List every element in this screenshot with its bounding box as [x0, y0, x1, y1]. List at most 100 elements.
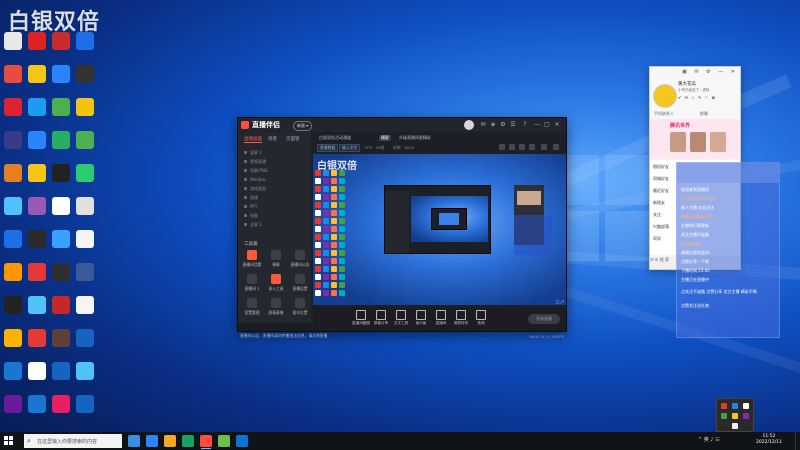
desktop-app-icon[interactable]: [76, 32, 94, 50]
scene-visibility-icon[interactable]: [244, 151, 247, 154]
toolbox-tool[interactable]: 直播间 2: [240, 274, 264, 296]
tray-app-icon[interactable]: [743, 413, 749, 419]
desktop-app-icon[interactable]: [28, 296, 46, 314]
taskbar-clock[interactable]: 11:52 2022/12/11: [752, 434, 786, 446]
tab-page-manage[interactable]: 页面管: [286, 136, 300, 142]
taskbar-app-icon[interactable]: [128, 435, 140, 447]
scene-item[interactable]: 电脑: [244, 213, 258, 219]
desktop-app-icon[interactable]: [52, 296, 70, 314]
chat-ad-banner[interactable]: 腾讯世界: [650, 119, 740, 159]
desktop-app-icon[interactable]: [76, 296, 94, 314]
toolbox-tool[interactable]: 直播间话题: [240, 250, 264, 272]
chat-list-item[interactable]: 最近好友: [653, 188, 669, 194]
scene-item[interactable]: 竖屏 1: [244, 150, 262, 156]
desktop-app-icon[interactable]: [76, 197, 94, 215]
chat-avatar[interactable]: [653, 84, 677, 108]
taskbar-search[interactable]: ⌕ 在这里输入你要搜索的内容: [24, 434, 122, 448]
desktop-app-icon[interactable]: [76, 65, 94, 83]
start-live-button[interactable]: 开始直播: [528, 314, 560, 324]
desktop-app-icon[interactable]: [76, 98, 94, 116]
scene-item[interactable]: 直播: [244, 195, 258, 201]
desktop-app-icon[interactable]: [4, 395, 22, 413]
menu-icon[interactable]: ☰: [510, 122, 516, 128]
desktop-app-icon[interactable]: [28, 131, 46, 149]
settings-icon[interactable]: ⚙: [500, 122, 506, 128]
chat-list-item[interactable]: 新朋友: [653, 200, 665, 206]
bottom-tool-button[interactable]: 文字工具: [391, 310, 411, 326]
tray-app-icon[interactable]: [743, 403, 749, 409]
close-icon[interactable]: ✕: [554, 122, 560, 128]
desktop-app-icon[interactable]: [28, 32, 46, 50]
toolbox-tool[interactable]: 弹幕: [264, 250, 288, 272]
bottom-tool-button[interactable]: 音频: [471, 310, 491, 326]
desktop-app-icon[interactable]: [4, 65, 22, 83]
desktop-app-icon[interactable]: [52, 164, 70, 182]
desktop-app-icon[interactable]: [28, 65, 46, 83]
toolbox-tool[interactable]: 录入工具: [264, 274, 288, 296]
desktop-app-icon[interactable]: [28, 395, 46, 413]
bottom-tool-button[interactable]: 屏幕分享: [371, 310, 391, 326]
live-data-chip[interactable]: 直播数据: [317, 144, 339, 152]
scene-item[interactable]: 游戏画面: [244, 186, 266, 192]
live-companion-window[interactable]: 直播伴侣 新版 ▾ ✉ ◈ ⚙ ☰ ? — □ ✕ 直播画面 场景 页面管 竖屏…: [237, 117, 567, 339]
desktop-app-icon[interactable]: [28, 230, 46, 248]
desktop-app-icon[interactable]: [28, 362, 46, 380]
chat-status-icons[interactable]: ✔ ✉ ☆ ✎ ♡ ✿: [678, 95, 716, 100]
desktop-app-icon[interactable]: [76, 131, 94, 149]
taskbar-app-icon[interactable]: [218, 435, 230, 447]
desktop-app-icon[interactable]: [52, 65, 70, 83]
desktop-app-icon[interactable]: [76, 395, 94, 413]
maximize-icon[interactable]: □: [544, 122, 550, 128]
scene-item[interactable]: Window: [244, 177, 266, 182]
toolbox-tool[interactable]: 屏幕录像: [264, 298, 288, 320]
desktop-app-icon[interactable]: [28, 164, 46, 182]
desktop-app-icon[interactable]: [4, 131, 22, 149]
desktop-app-icon[interactable]: [4, 32, 22, 50]
show-desktop-button[interactable]: [795, 432, 800, 450]
desktop-app-icon[interactable]: [4, 296, 22, 314]
scene-visibility-icon[interactable]: [244, 187, 247, 190]
desktop-app-icon[interactable]: [52, 131, 70, 149]
screen-icon[interactable]: [529, 144, 535, 150]
toolbox-tool[interactable]: 设置管理: [240, 298, 264, 320]
more-icon[interactable]: [553, 144, 559, 150]
layout-icon[interactable]: [499, 144, 505, 150]
version-badge[interactable]: 新版 ▾: [293, 121, 313, 131]
scene-item[interactable]: 视频直播: [244, 159, 266, 165]
taskbar-app-icon[interactable]: [164, 435, 176, 447]
desktop-app-icon[interactable]: [76, 329, 94, 347]
scene-visibility-icon[interactable]: [244, 214, 247, 217]
desktop-app-icon[interactable]: [52, 98, 70, 116]
bottom-tool-button[interactable]: 画中画: [411, 310, 431, 326]
help-icon[interactable]: ?: [522, 122, 528, 128]
chat-list-item[interactable]: 兴趣部落: [653, 224, 669, 230]
tab-live-scene[interactable]: 直播画面: [244, 136, 262, 143]
system-tray[interactable]: ^ 英 ♪ ☷: [698, 436, 720, 443]
desktop-app-icon[interactable]: [76, 263, 94, 281]
camera-icon[interactable]: [509, 144, 515, 150]
desktop-app-icon[interactable]: [4, 98, 22, 116]
desktop-app-icon[interactable]: [52, 230, 70, 248]
start-windows-icon[interactable]: [4, 436, 14, 446]
tray-app-icon[interactable]: [732, 423, 738, 429]
desktop-app-icon[interactable]: [52, 395, 70, 413]
tray-overflow-popup[interactable]: [716, 398, 754, 432]
chat-list-item[interactable]: 相机好友: [653, 164, 669, 170]
minimize-icon[interactable]: —: [534, 122, 540, 128]
desktop-app-icon[interactable]: [28, 197, 46, 215]
desktop-app-icon[interactable]: [4, 230, 22, 248]
toolbox-tool[interactable]: 直播设置: [288, 274, 312, 296]
chat-title-buttons[interactable]: ▣ ✉ ⚙ — ✕: [682, 69, 738, 75]
chat-list-item[interactable]: 同城好友: [653, 176, 669, 182]
tab-scene[interactable]: 场景: [268, 136, 277, 142]
scene-visibility-icon[interactable]: [244, 205, 247, 208]
bottom-tool-button[interactable]: 直播间: [431, 310, 451, 326]
desktop-app-icon[interactable]: [4, 362, 22, 380]
tray-app-icon[interactable]: [721, 403, 727, 409]
toolbox-tool[interactable]: 直播间公告: [288, 250, 312, 272]
tray-app-icon[interactable]: [721, 413, 727, 419]
bottom-tool-button[interactable]: 直播间截图: [351, 310, 371, 326]
chat-tab-contacts[interactable]: 手机联系人: [654, 111, 674, 117]
tray-app-icon[interactable]: [732, 413, 738, 419]
desktop-app-icon[interactable]: [4, 263, 22, 281]
